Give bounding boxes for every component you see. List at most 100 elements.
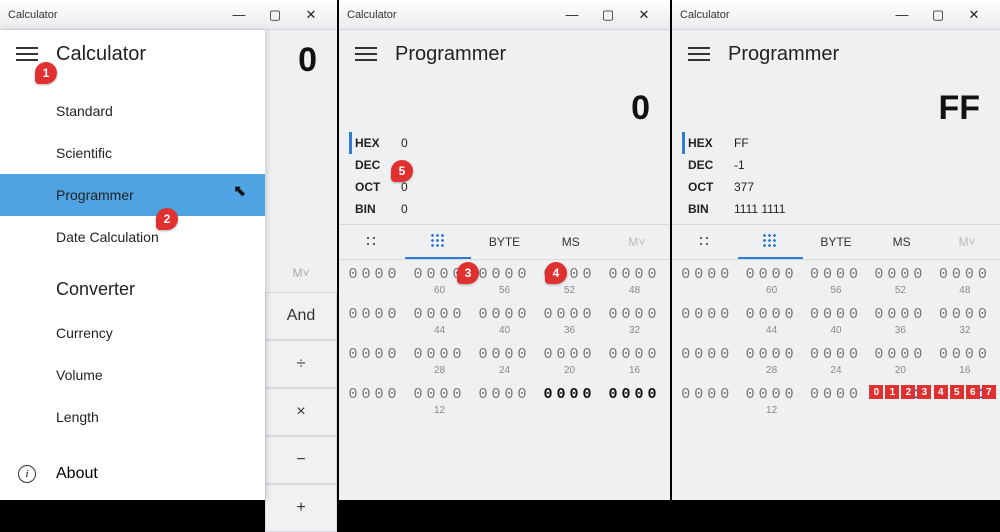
bit-group[interactable]: 000028 [744,346,798,376]
minimize-button[interactable]: — [884,7,920,22]
bit-group[interactable]: 000012 [412,386,467,416]
bit-group[interactable]: 000052 [873,266,927,296]
base-bin[interactable]: BIN0 [349,198,660,220]
bit-index: 16 [607,365,662,376]
bit-nibble: 0000 [744,266,798,283]
memory-dropdown[interactable]: M˅ [265,254,337,292]
op-minus[interactable]: − [265,436,337,484]
operator-column: M˅ And ÷ × − + [265,254,337,532]
base-hex[interactable]: HEXFF [682,132,990,154]
bit-group[interactable]: 0000 [477,386,532,405]
bit-row: 0000 000012 0000 0000 0000 [347,386,662,426]
toggle-byte[interactable]: BYTE [803,225,869,259]
op-and[interactable]: And [265,292,337,340]
base-bin[interactable]: BIN1111 1111 [682,198,990,220]
hamburger-icon[interactable] [355,46,377,62]
bit-group[interactable]: 000048 [938,266,992,296]
close-button[interactable]: ✕ [956,7,992,23]
bit-group[interactable]: 0000 [809,386,863,405]
toggle-byte[interactable]: BYTE [471,225,537,259]
close-button[interactable]: ✕ [293,7,329,23]
bit-group[interactable]: 0000 [680,266,734,285]
bit-group[interactable]: 000032 [938,306,992,336]
memory-dropdown[interactable]: M˅ [934,225,1000,259]
menu-item-datecalc[interactable]: Date Calculation [0,216,265,258]
result-display: FF [672,78,1000,128]
bit-group[interactable]: 0000 [680,306,734,325]
menu-item-currency[interactable]: Currency [0,312,265,354]
bit-group[interactable]: 000016 [938,346,992,376]
bit-group[interactable]: 000048 [607,266,662,296]
bit-group[interactable]: 000020 [873,346,927,376]
window-title: Calculator [347,9,554,21]
base-dec[interactable]: DEC-1 [682,154,990,176]
bit-group[interactable]: 0000 [607,386,662,405]
bit-group[interactable]: 000020 [542,346,597,376]
base-hex[interactable]: HEX0 [349,132,660,154]
bit-nibble: 0000 [809,266,863,283]
bit-group[interactable]: 000040 [477,306,532,336]
result-display: 0 [339,78,670,128]
toggle-keypad[interactable] [339,225,405,259]
bit-group[interactable]: 000016 [607,346,662,376]
maximize-button[interactable]: ▢ [920,7,956,23]
bit-index: 56 [477,285,532,296]
minimize-button[interactable]: — [221,7,257,22]
bit-group[interactable]: 000028 [412,346,467,376]
bit-group[interactable]: 01231111 [873,386,927,405]
menu-item-programmer[interactable]: Programmer [0,174,265,216]
menu-item-volume[interactable]: Volume [0,354,265,396]
toggle-bits[interactable] [405,225,471,259]
maximize-button[interactable]: ▢ [590,7,626,23]
op-plus[interactable]: + [265,484,337,532]
bit-group[interactable]: 000024 [477,346,532,376]
bit-group[interactable]: 0000 [347,266,402,285]
base-oct[interactable]: OCT377 [682,176,990,198]
bit-nibble: 0000 [680,386,734,403]
bit-group[interactable]: 45671111 [938,386,992,405]
nav-menu: Calculator Standard Scientific Programme… [0,30,265,500]
bit-group[interactable]: 0000 [680,346,734,365]
toggle-ms[interactable]: MS [869,225,935,259]
minimize-button[interactable]: — [554,7,590,22]
bit-nibble: 0000 [744,386,798,403]
memory-dropdown[interactable]: M˅ [604,225,670,259]
bit-group[interactable]: 000036 [873,306,927,336]
bit-index: 20 [873,365,927,376]
bit-group[interactable]: 000032 [607,306,662,336]
bit-nibble: 0000 [412,346,467,363]
toggle-bits[interactable] [738,225,804,259]
op-divide[interactable]: ÷ [265,340,337,388]
bit-nibble: 0000 [542,306,597,323]
menu-item-scientific[interactable]: Scientific [0,132,265,174]
bit-group[interactable]: 0000 [347,306,402,325]
hamburger-icon[interactable] [16,46,38,62]
bit-group[interactable]: 000036 [542,306,597,336]
hamburger-icon[interactable] [688,46,710,62]
close-button[interactable]: ✕ [626,7,662,23]
bit-index: 32 [607,325,662,336]
menu-item-length[interactable]: Length [0,396,265,438]
bit-index: 48 [938,285,992,296]
bit-group[interactable]: 0000 [347,346,402,365]
bit-group[interactable]: 000044 [744,306,798,336]
bit-group[interactable]: 000060 [744,266,798,296]
bit-group[interactable]: 0000 [542,386,597,405]
bit-group[interactable]: 000024 [809,346,863,376]
op-multiply[interactable]: × [265,388,337,436]
bit-group[interactable]: 0000 [680,386,734,405]
maximize-button[interactable]: ▢ [257,7,293,23]
bit-group[interactable]: 000056 [477,266,532,296]
bit-index: 44 [744,325,798,336]
menu-item-about[interactable]: About [56,465,98,483]
bit-index: 36 [873,325,927,336]
bit-group[interactable]: 000044 [412,306,467,336]
toggle-ms[interactable]: MS [538,225,604,259]
callout-1: 1 [35,62,57,84]
toggle-keypad[interactable] [672,225,738,259]
bit-group[interactable]: 000056 [809,266,863,296]
bit-group[interactable]: 0000 [347,386,402,405]
bit-group[interactable]: 000040 [809,306,863,336]
menu-item-standard[interactable]: Standard [0,90,265,132]
bit-group[interactable]: 000012 [744,386,798,416]
